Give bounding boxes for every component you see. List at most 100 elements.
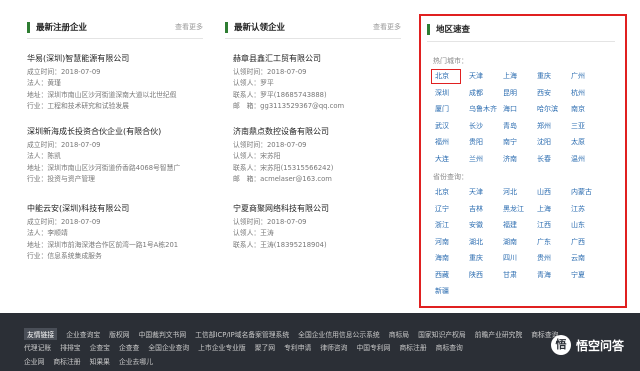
newly-certified-more-link[interactable]: 查看更多 (373, 22, 401, 32)
footer-link[interactable]: 全国企业查询 (148, 342, 189, 352)
footer-link[interactable]: 国家知识产权局 (418, 329, 466, 339)
province-link[interactable]: 上海 (537, 204, 571, 215)
footer-link[interactable]: 企业查询宝 (66, 329, 100, 339)
footer-link[interactable]: 工信部ICP/IP域名备案管理系统 (195, 329, 289, 339)
province-link[interactable]: 福建 (503, 220, 537, 231)
footer-link[interactable]: 聚了网 (255, 342, 275, 352)
newly-registered-panel: 最新注册企业 查看更多 (27, 20, 203, 34)
province-link[interactable]: 北京 (435, 187, 469, 198)
province-link[interactable]: 辽宁 (435, 204, 469, 215)
company-name-link[interactable]: 宁夏商聚网络科技有限公司 (233, 203, 413, 214)
footer-link[interactable]: 专利申请 (284, 342, 311, 352)
footer-link[interactable]: 中国裁判文书网 (139, 329, 187, 339)
province-link[interactable]: 江西 (537, 220, 571, 231)
footer-link[interactable]: 商标查询 (436, 342, 463, 352)
province-link[interactable]: 吉林 (469, 204, 503, 215)
hot-city-link[interactable]: 北京 (431, 69, 461, 84)
footer-link[interactable]: 前瞻产业研究院 (475, 329, 523, 339)
province-link[interactable]: 新疆 (435, 286, 469, 297)
footer-link[interactable]: 企查宝 (90, 342, 110, 352)
hot-city-link[interactable]: 南京 (571, 104, 605, 115)
province-link[interactable]: 重庆 (469, 253, 503, 264)
hot-city-link[interactable]: 哈尔滨 (537, 104, 571, 115)
hot-city-link[interactable]: 青岛 (503, 121, 537, 132)
hot-city-link[interactable]: 杭州 (571, 88, 605, 99)
province-link[interactable]: 甘肃 (503, 270, 537, 281)
footer-link[interactable]: 商标注册 (399, 342, 426, 352)
hot-city-link[interactable]: 大连 (435, 154, 469, 165)
hot-city-link[interactable]: 上海 (503, 71, 537, 82)
footer-link[interactable]: 上市企业专业版 (198, 342, 246, 352)
province-link[interactable]: 云南 (571, 253, 605, 264)
hot-city-link[interactable]: 沈阳 (537, 137, 571, 148)
company-detail: 法人：黄瑾 (27, 79, 61, 88)
province-link[interactable]: 广西 (571, 237, 605, 248)
hot-city-link[interactable]: 温州 (571, 154, 605, 165)
province-link[interactable]: 内蒙古 (571, 187, 605, 198)
hot-city-link[interactable]: 兰州 (469, 154, 503, 165)
hot-cities-grid: 北京 天津 上海 重庆 广州深圳 成都 昆明 西安 杭州厦门 乌鲁木齐 海口 哈尔滨 南京武汉 长沙 青岛郑… (431, 69, 605, 165)
province-link[interactable]: 海南 (435, 253, 469, 264)
hot-city-link[interactable]: 长春 (537, 154, 571, 165)
footer-link[interactable]: 商标局 (389, 329, 409, 339)
hot-city-link[interactable]: 三亚 (571, 121, 605, 132)
friend-links-label: 友情链接 (24, 327, 58, 340)
newly-registered-more-link[interactable]: 查看更多 (175, 22, 203, 32)
province-link[interactable]: 湖北 (469, 237, 503, 248)
footer-link[interactable]: 代理记账 (24, 342, 51, 352)
province-link[interactable]: 四川 (503, 253, 537, 264)
company-name-link[interactable]: 赫章县鑫汇工贸有限公司 (233, 53, 413, 64)
province-link[interactable]: 湖南 (503, 237, 537, 248)
company-name-link[interactable]: 中能云安(深圳)科技有限公司 (27, 203, 207, 214)
footer-link[interactable]: 律师咨询 (320, 342, 347, 352)
province-link[interactable]: 安徽 (469, 220, 503, 231)
province-link[interactable]: 江苏 (571, 204, 605, 215)
hot-city-link[interactable]: 西安 (537, 88, 571, 99)
hot-city-link[interactable]: 郑州 (537, 121, 571, 132)
hot-city-link[interactable]: 海口 (503, 104, 537, 115)
province-link[interactable]: 宁夏 (571, 270, 605, 281)
footer-link[interactable]: 排排宝 (60, 342, 80, 352)
province-link[interactable]: 黑龙江 (503, 204, 537, 215)
footer-link[interactable]: 全国企业信用信息公示系统 (298, 329, 380, 339)
hot-city-link[interactable]: 乌鲁木齐 (469, 104, 503, 115)
company-name-link[interactable]: 济南鼎点数控设备有限公司 (233, 126, 413, 137)
hot-city-link[interactable]: 广州 (571, 71, 605, 82)
hot-city-link[interactable]: 深圳 (435, 88, 469, 99)
company-detail: 法人：李顺靖 (27, 229, 68, 238)
hot-city-link[interactable]: 成都 (469, 88, 503, 99)
province-link[interactable]: 天津 (469, 187, 503, 198)
footer-link[interactable]: 企业去哪儿 (119, 356, 153, 366)
hot-city-link[interactable]: 济南 (503, 154, 537, 165)
province-link[interactable]: 河南 (435, 237, 469, 248)
company-detail: 地址：深圳市南山区沙河街道深南大道以北世纪假 (27, 90, 177, 99)
province-link[interactable]: 广东 (537, 237, 571, 248)
hot-city-link[interactable]: 太原 (571, 137, 605, 148)
footer-link[interactable]: 知果果 (90, 356, 110, 366)
footer-link[interactable]: 企查查 (119, 342, 139, 352)
hot-city-link[interactable]: 重庆 (537, 71, 571, 82)
hot-city-link[interactable]: 南宁 (503, 137, 537, 148)
company-detail: 认领人：宋苏阳 (233, 152, 281, 161)
footer-link[interactable]: 中国专利网 (356, 342, 390, 352)
footer-link[interactable]: 版权网 (109, 329, 129, 339)
province-link[interactable]: 浙江 (435, 220, 469, 231)
footer-link[interactable]: 商标注册 (53, 356, 80, 366)
hot-city-link[interactable]: 天津 (469, 71, 503, 82)
company-name-link[interactable]: 深圳新海成长投资合伙企业(有限合伙) (27, 126, 207, 137)
hot-city-link[interactable]: 昆明 (503, 88, 537, 99)
hot-city-link[interactable]: 福州 (435, 137, 469, 148)
province-link[interactable]: 陕西 (469, 270, 503, 281)
hot-city-link[interactable]: 武汉 (435, 121, 469, 132)
province-link[interactable]: 山东 (571, 220, 605, 231)
province-link[interactable]: 河北 (503, 187, 537, 198)
province-link[interactable]: 青海 (537, 270, 571, 281)
province-link[interactable]: 贵州 (537, 253, 571, 264)
province-link[interactable]: 西藏 (435, 270, 469, 281)
hot-city-link[interactable]: 长沙 (469, 121, 503, 132)
hot-city-link[interactable]: 厦门 (435, 104, 469, 115)
company-name-link[interactable]: 华易(深圳)智慧能源有限公司 (27, 53, 207, 64)
hot-city-link[interactable]: 贵阳 (469, 137, 503, 148)
province-link[interactable]: 山西 (537, 187, 571, 198)
footer-link[interactable]: 企业网 (24, 356, 44, 366)
